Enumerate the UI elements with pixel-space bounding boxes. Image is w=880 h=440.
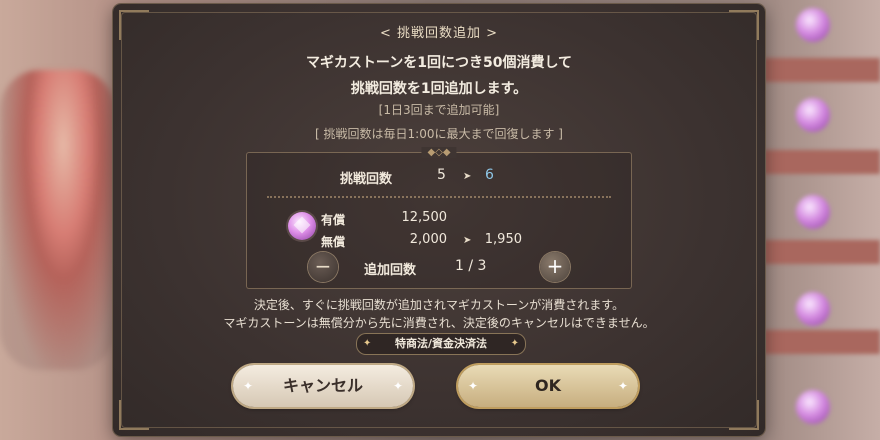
background-gem-icon: [796, 390, 830, 424]
frame-corner-ornament: [729, 400, 759, 430]
dialog-title: < 挑戦回数追加 >: [379, 26, 499, 41]
sparkle-icon: ✦: [617, 379, 628, 393]
decrease-count-button[interactable]: −: [308, 252, 338, 282]
message-line-2: 挑戦回数を1回追加します。: [350, 81, 528, 97]
free-stone-label: 無償: [321, 235, 346, 249]
info-line-1: 決定後、すぐに挑戦回数が追加されマギカストーンが消費されます。: [253, 298, 625, 312]
background-gem-icon: [796, 98, 830, 132]
free-stone-value: 2,000: [409, 232, 447, 247]
paid-stone-value: 12,500: [401, 210, 448, 225]
daily-limit-note: [1日3回まで追加可能]: [378, 103, 500, 117]
panel-ornament-icon: ◆◇◆: [421, 147, 457, 158]
add-attempts-dialog: < 挑戦回数追加 > マギカストーンを1回につき50個消費して 挑戦回数を1回追…: [113, 4, 765, 436]
free-stone-after: 1,950: [484, 232, 522, 247]
add-count-value: 1 / 3: [455, 258, 487, 274]
cancel-button-label: キャンセル: [282, 376, 363, 395]
arrow-icon: ➤: [463, 171, 472, 182]
magica-stone-icon: [288, 212, 316, 240]
background-gem-icon: [796, 292, 830, 326]
cancel-button[interactable]: ✦ キャンセル ✦: [233, 365, 413, 407]
background-shelf: [764, 150, 880, 174]
sparkle-icon: ✦: [468, 379, 479, 393]
paid-stone-label: 有償: [321, 213, 346, 227]
panel-divider: [267, 196, 611, 198]
background-shelf: [764, 330, 880, 354]
sparkle-icon: ✦: [363, 338, 372, 349]
increase-count-button[interactable]: +: [540, 252, 570, 282]
background-gem-icon: [796, 195, 830, 229]
attempts-current: 5: [437, 167, 446, 183]
background-character: [0, 70, 115, 370]
message-line-1: マギカストーンを1回につき50個消費して: [305, 55, 573, 71]
sparkle-icon: ✦: [392, 379, 403, 393]
info-line-2: マギカストーンは無償分から先に消費され、決定後のキャンセルはできません。: [223, 316, 655, 330]
recovery-note: [ 挑戦回数は毎日1:00に最大まで回復します ]: [315, 127, 563, 141]
ok-button-label: OK: [535, 376, 561, 395]
attempts-label: 挑戦回数: [340, 172, 393, 187]
attempts-after: 6: [485, 167, 494, 183]
sparkle-icon: ✦: [510, 338, 519, 349]
ok-button[interactable]: ✦ OK ✦: [458, 365, 638, 407]
sparkle-icon: ✦: [243, 379, 254, 393]
legal-notice-button[interactable]: ✦ 特商法/資金決済法 ✦: [356, 333, 526, 355]
background-shelf: [764, 240, 880, 264]
background-gem-icon: [796, 8, 830, 42]
frame-corner-ornament: [119, 400, 149, 430]
legal-notice-label: 特商法/資金決済法: [394, 337, 488, 350]
add-count-label: 追加回数: [364, 263, 417, 278]
background-shelf: [764, 58, 880, 82]
